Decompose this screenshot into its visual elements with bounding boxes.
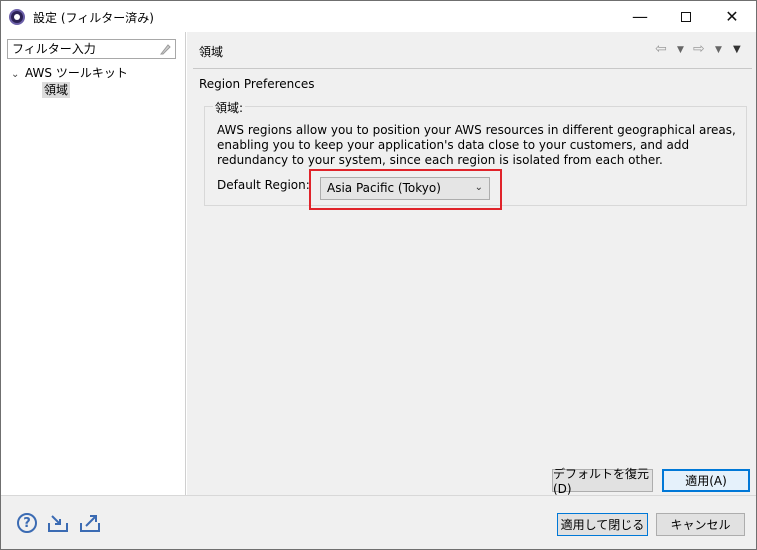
- clear-filter-icon[interactable]: [158, 42, 172, 56]
- tree-item-label: AWS ツールキット: [25, 66, 128, 80]
- maximize-icon: [681, 11, 691, 22]
- header-divider: [193, 68, 752, 69]
- title-bar: 設定 (フィルター済み) — ✕: [1, 1, 756, 32]
- chevron-down-icon[interactable]: ⌄: [11, 67, 25, 83]
- default-region-label: Default Region:: [217, 178, 310, 192]
- window-title: 設定 (フィルター済み): [33, 11, 154, 25]
- help-icon[interactable]: ?: [17, 513, 37, 533]
- minimize-button[interactable]: —: [617, 1, 663, 32]
- minimize-icon: —: [632, 7, 648, 26]
- restore-defaults-button[interactable]: デフォルトを復元(D): [552, 467, 653, 496]
- eclipse-app-icon: [9, 9, 25, 25]
- maximize-button[interactable]: [663, 1, 709, 32]
- apply-and-close-button[interactable]: 適用して閉じる: [557, 513, 648, 536]
- back-arrow-icon[interactable]: ⇦: [655, 41, 667, 57]
- import-icon[interactable]: [47, 513, 69, 533]
- view-menu-icon[interactable]: ▼: [733, 44, 741, 55]
- highlight-box: [309, 169, 502, 210]
- forward-dropdown-icon[interactable]: ▼: [715, 45, 722, 55]
- tree-item-label: 領域: [44, 83, 69, 97]
- tree-item-aws-toolkit[interactable]: ⌄ AWS ツールキット: [11, 65, 128, 83]
- close-icon: ✕: [725, 7, 739, 26]
- preference-page: 領域 ⇦ ▼ ⇨ ▼ ▼ Region Preferences 領域: AWS …: [187, 32, 756, 496]
- tree-item-region[interactable]: 領域: [42, 82, 71, 98]
- dialog-footer: ? 適用して閉じる キャンセル: [1, 495, 756, 549]
- section-title: Region Preferences: [199, 77, 315, 91]
- apply-button[interactable]: 適用(A): [662, 469, 750, 492]
- forward-arrow-icon[interactable]: ⇨: [693, 41, 705, 57]
- group-label: 領域:: [213, 99, 246, 116]
- preference-tree-pane: フィルター入力 ⌄ AWS ツールキット 領域: [1, 32, 186, 495]
- cancel-button[interactable]: キャンセル: [656, 513, 745, 536]
- page-title: 領域: [199, 45, 224, 59]
- region-group: 領域: AWS regions allow you to position yo…: [204, 99, 747, 210]
- back-dropdown-icon[interactable]: ▼: [677, 45, 684, 55]
- preferences-dialog: 設定 (フィルター済み) — ✕ フィルター入力 ⌄ AWS ツールキット 領域 …: [0, 0, 757, 550]
- filter-input[interactable]: フィルター入力: [7, 39, 176, 59]
- export-icon[interactable]: [79, 513, 101, 533]
- region-description: AWS regions allow you to position your A…: [217, 123, 736, 167]
- page-header: 領域 ⇦ ▼ ⇨ ▼ ▼: [187, 32, 756, 68]
- close-button[interactable]: ✕: [709, 1, 755, 32]
